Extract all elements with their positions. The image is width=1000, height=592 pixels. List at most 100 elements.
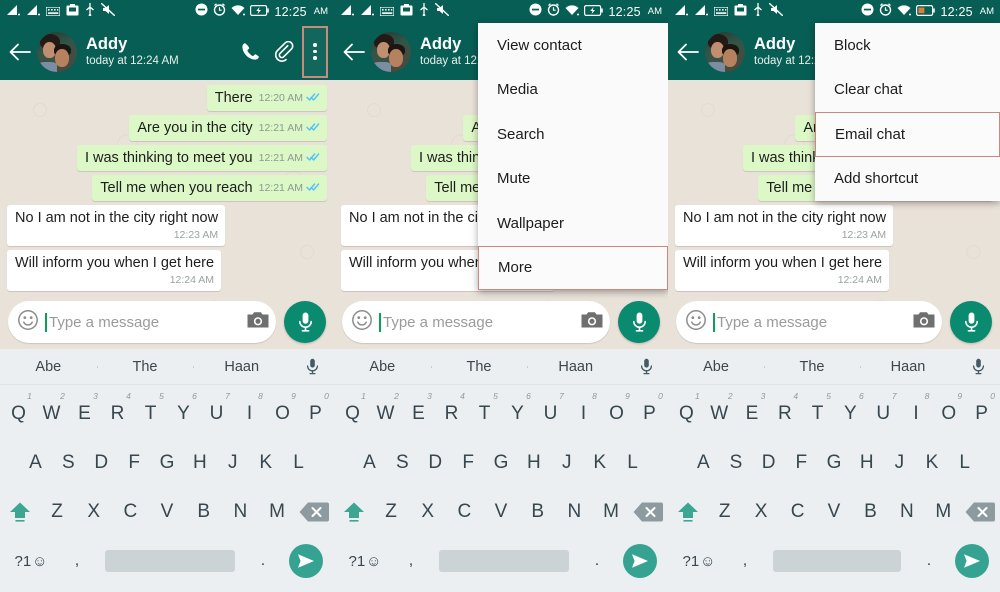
key-b[interactable]: B xyxy=(519,488,556,537)
key-v[interactable]: V xyxy=(149,488,186,537)
suggestion-word[interactable]: Haan xyxy=(193,359,290,375)
key-i[interactable]: 8I xyxy=(900,389,933,438)
shift-caps-icon[interactable] xyxy=(2,488,39,537)
key-p[interactable]: 0P xyxy=(965,389,998,438)
key-a[interactable]: A xyxy=(19,438,52,487)
outgoing-bubble[interactable]: Tell me when you reach 12:21 AM xyxy=(92,175,327,201)
emoji-smiley-icon[interactable] xyxy=(17,309,39,336)
spacebar[interactable] xyxy=(773,550,901,573)
backspace-icon[interactable] xyxy=(295,488,332,537)
key-q[interactable]: 1Q xyxy=(670,389,703,438)
key-q[interactable]: 1Q xyxy=(336,389,369,438)
key-r[interactable]: 4R xyxy=(435,389,468,438)
voice-input-icon[interactable] xyxy=(956,358,1000,375)
key-f[interactable]: F xyxy=(118,438,151,487)
key-t[interactable]: 5T xyxy=(468,389,501,438)
key-t[interactable]: 5T xyxy=(801,389,834,438)
incoming-bubble[interactable]: No I am not in the city right now 12:23 … xyxy=(675,205,894,246)
key-c[interactable]: C xyxy=(779,488,815,537)
key-period[interactable]: . xyxy=(243,552,283,570)
key-r[interactable]: 4R xyxy=(768,389,801,438)
message-list[interactable]: There 12:20 AM Are you in the city 12:21… xyxy=(0,80,334,295)
key-x[interactable]: X xyxy=(409,488,446,537)
suggestion-word[interactable]: Abe xyxy=(334,359,431,375)
key-h[interactable]: H xyxy=(183,438,216,487)
key-g[interactable]: G xyxy=(485,438,518,487)
menu-item-block[interactable]: Block xyxy=(815,23,1000,68)
message-row[interactable]: No I am not in the city right now 12:23 … xyxy=(675,205,993,246)
key-o[interactable]: 9O xyxy=(266,389,299,438)
key-m[interactable]: M xyxy=(925,488,961,537)
key-w[interactable]: 2W xyxy=(703,389,736,438)
voice-record-button[interactable] xyxy=(284,301,326,343)
key-y[interactable]: 6Y xyxy=(834,389,867,438)
paperclip-icon[interactable] xyxy=(268,30,300,74)
key-z[interactable]: Z xyxy=(39,488,76,537)
key-q[interactable]: 1Q xyxy=(2,389,35,438)
spacebar[interactable] xyxy=(439,550,569,573)
key-g[interactable]: G xyxy=(151,438,184,487)
message-input-field[interactable]: Type a message xyxy=(676,301,942,343)
message-input-field[interactable]: Type a message xyxy=(8,301,276,343)
key-k[interactable]: K xyxy=(583,438,616,487)
suggestion-word[interactable]: Haan xyxy=(527,359,624,375)
camera-icon[interactable] xyxy=(580,310,604,335)
menu-item-mute[interactable]: Mute xyxy=(478,157,668,202)
key-comma[interactable]: , xyxy=(391,552,431,570)
key-d[interactable]: D xyxy=(419,438,452,487)
key-a[interactable]: A xyxy=(687,438,720,487)
key-y[interactable]: 6Y xyxy=(501,389,534,438)
key-s[interactable]: S xyxy=(52,438,85,487)
menu-item-more[interactable]: More xyxy=(478,245,668,290)
suggestion-word[interactable]: Haan xyxy=(860,359,956,375)
key-d[interactable]: D xyxy=(85,438,118,487)
emoji-smiley-icon[interactable] xyxy=(685,309,707,336)
menu-item-add-shortcut[interactable]: Add shortcut xyxy=(815,157,1000,202)
suggestion-word[interactable]: The xyxy=(430,359,528,375)
key-z[interactable]: Z xyxy=(373,488,410,537)
menu-item-media[interactable]: Media xyxy=(478,68,668,113)
spacebar[interactable] xyxy=(105,550,235,573)
symbols-key[interactable]: ?1 ☺ xyxy=(673,553,725,570)
suggestion-word[interactable]: Abe xyxy=(0,359,97,375)
key-e[interactable]: 3E xyxy=(68,389,101,438)
outgoing-bubble[interactable]: There 12:20 AM xyxy=(206,85,327,111)
incoming-bubble[interactable]: No I am not in the city right now 12:23 … xyxy=(7,205,226,246)
key-o[interactable]: 9O xyxy=(932,389,965,438)
message-row[interactable]: I was thinking to meet you 12:21 AM xyxy=(7,145,327,171)
key-v[interactable]: V xyxy=(483,488,520,537)
send-icon[interactable] xyxy=(949,544,995,579)
key-k[interactable]: K xyxy=(249,438,282,487)
key-j[interactable]: J xyxy=(550,438,583,487)
menu-item-clear-chat[interactable]: Clear chat xyxy=(815,68,1000,113)
key-b[interactable]: B xyxy=(185,488,222,537)
on-screen-keyboard[interactable]: 1Q 2W 3E 4R 5T 6Y 7U 8I 9O 0P A S D F G … xyxy=(0,385,334,592)
message-row[interactable]: There 12:20 AM xyxy=(7,85,327,111)
key-f[interactable]: F xyxy=(785,438,818,487)
avatar[interactable] xyxy=(37,31,77,72)
message-row[interactable]: No I am not in the city right now 12:23 … xyxy=(7,205,327,246)
backspace-icon[interactable] xyxy=(629,488,666,537)
key-w[interactable]: 2W xyxy=(369,389,402,438)
shift-caps-icon[interactable] xyxy=(336,488,373,537)
key-s[interactable]: S xyxy=(720,438,753,487)
symbols-key[interactable]: ?1 ☺ xyxy=(339,553,391,570)
key-f[interactable]: F xyxy=(452,438,485,487)
key-l[interactable]: L xyxy=(616,438,649,487)
key-b[interactable]: B xyxy=(852,488,888,537)
send-icon[interactable] xyxy=(617,544,663,579)
more-submenu[interactable]: Block Clear chat Email chat Add shortcut xyxy=(815,23,1000,201)
key-comma[interactable]: , xyxy=(57,552,97,570)
camera-icon[interactable] xyxy=(246,310,270,335)
backspace-icon[interactable] xyxy=(962,488,998,537)
message-input-text[interactable]: Type a message xyxy=(713,312,906,332)
overflow-dropdown-menu[interactable]: View contact Media Search Mute Wallpaper… xyxy=(478,23,668,290)
key-period[interactable]: . xyxy=(909,552,949,570)
on-screen-keyboard[interactable]: 1Q 2W 3E 4R 5T 6Y 7U 8I 9O 0P A S D F G … xyxy=(334,385,668,592)
message-row[interactable]: Are you in the city 12:21 AM xyxy=(7,115,327,141)
key-j[interactable]: J xyxy=(883,438,916,487)
key-e[interactable]: 3E xyxy=(402,389,435,438)
back-button[interactable] xyxy=(338,32,370,72)
suggestion-word[interactable]: The xyxy=(764,359,860,375)
suggestion-word[interactable]: Abe xyxy=(668,359,764,375)
